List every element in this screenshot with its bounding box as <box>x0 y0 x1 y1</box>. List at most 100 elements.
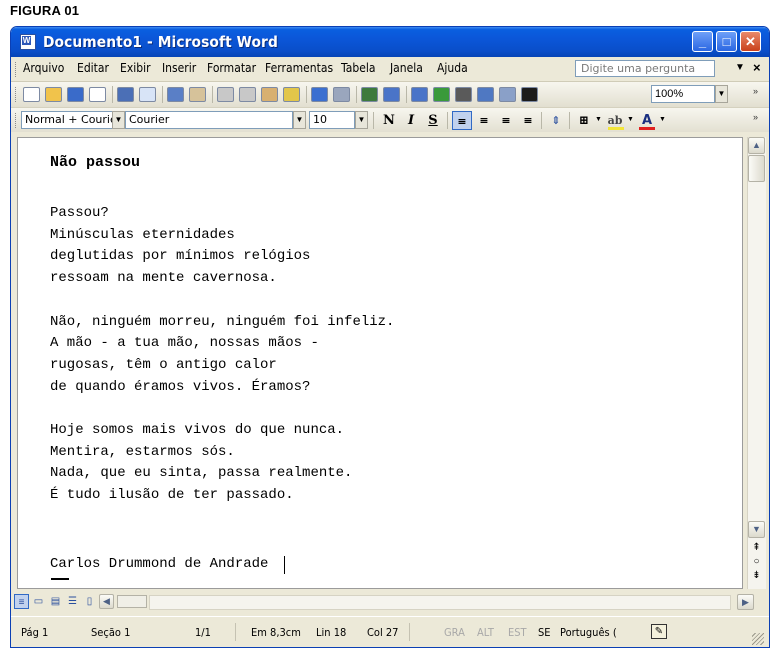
menu-ferramentas[interactable]: Ferramentas <box>265 61 333 75</box>
highlight-dropdown-icon[interactable]: ▼ <box>627 116 634 123</box>
underline-button[interactable]: S <box>423 111 443 130</box>
permission-icon[interactable] <box>89 87 106 102</box>
status-page: Pág 1 <box>21 626 49 639</box>
format-painter-icon[interactable] <box>283 87 300 102</box>
font-color-dropdown-icon[interactable]: ▼ <box>659 116 666 123</box>
font-combo[interactable]: Courier <box>125 111 293 129</box>
menu-editar[interactable]: Editar <box>77 61 109 75</box>
toolbar-grip[interactable] <box>15 87 19 102</box>
format-toolbar-options-icon[interactable]: » <box>753 112 758 122</box>
insert-excel-icon[interactable] <box>433 87 450 102</box>
align-center-button[interactable]: ≡ <box>474 111 494 130</box>
line-spacing-icon[interactable]: ⇕ <box>546 111 566 130</box>
print-icon[interactable] <box>117 87 134 102</box>
columns-icon[interactable] <box>455 87 472 102</box>
previous-page-icon[interactable]: ⇞ <box>748 541 765 555</box>
menu-grip[interactable] <box>15 62 19 77</box>
menu-janela[interactable]: Janela <box>390 61 423 75</box>
cut-icon[interactable] <box>217 87 234 102</box>
minimize-button[interactable]: _ <box>692 31 713 52</box>
print-preview-icon[interactable] <box>139 87 156 102</box>
font-dropdown-icon[interactable]: ▼ <box>293 111 306 129</box>
status-rec[interactable]: GRA <box>444 626 465 639</box>
ask-dropdown-icon[interactable]: ▼ <box>735 62 745 73</box>
scroll-up-icon[interactable]: ▲ <box>748 137 765 154</box>
align-left-button[interactable]: ≡ <box>452 111 472 130</box>
save-icon[interactable] <box>67 87 84 102</box>
poem-author: Carlos Drummond de Andrade <box>50 556 269 572</box>
italic-button[interactable]: I <box>401 111 421 130</box>
horizontal-scroll-area: ≡ ▭ ▤ ☰ ▯ ◀ ▶ <box>11 592 769 612</box>
horizontal-scroll-track[interactable] <box>149 595 731 610</box>
close-document-button[interactable]: × <box>753 60 761 75</box>
status-ext[interactable]: EST <box>508 626 527 639</box>
separator <box>541 112 542 129</box>
size-dropdown-icon[interactable]: ▼ <box>355 111 368 129</box>
horizontal-scroll-thumb[interactable] <box>117 595 147 608</box>
poem-line: de quando éramos vivos. Éramos? <box>50 379 311 395</box>
size-combo[interactable]: 10 <box>309 111 355 129</box>
web-layout-icon[interactable]: ▭ <box>31 594 46 609</box>
ask-question-box[interactable]: Digite uma pergunta <box>575 60 715 77</box>
align-right-button[interactable]: ≡ <box>496 111 516 130</box>
insert-table-icon[interactable] <box>411 87 428 102</box>
undo-icon[interactable] <box>311 87 328 102</box>
normal-view-icon[interactable]: ≡ <box>14 594 29 609</box>
copy-icon[interactable] <box>239 87 256 102</box>
formatting-toolbar: Normal + Courier, 1( ▼ Courier ▼ 10 ▼ N … <box>11 108 769 134</box>
close-icon: ✕ <box>745 34 756 49</box>
word-window: W Documento1 - Microsoft Word _ □ ✕ Arqu… <box>10 26 770 648</box>
menu-exibir[interactable]: Exibir <box>120 61 151 75</box>
print-layout-icon[interactable]: ▤ <box>48 594 63 609</box>
menu-inserir[interactable]: Inserir <box>162 61 196 75</box>
menu-arquivo[interactable]: Arquivo <box>23 61 64 75</box>
scroll-thumb[interactable] <box>748 155 765 182</box>
bold-button[interactable]: N <box>379 111 399 130</box>
scroll-down-icon[interactable]: ▼ <box>748 521 765 538</box>
menu-tabela[interactable]: Tabela <box>341 61 376 75</box>
drawing-icon[interactable] <box>477 87 494 102</box>
resize-grip-icon[interactable] <box>752 633 764 645</box>
toolbar-separator <box>356 86 357 103</box>
paste-icon[interactable] <box>261 87 278 102</box>
browse-object-icon[interactable]: ○ <box>748 555 765 569</box>
next-page-icon[interactable]: ⇟ <box>748 569 765 583</box>
show-formatting-icon[interactable] <box>521 87 538 102</box>
zoom-dropdown-icon[interactable]: ▼ <box>715 85 728 103</box>
menu-formatar[interactable]: Formatar <box>207 61 256 75</box>
close-button[interactable]: ✕ <box>740 31 761 52</box>
open-folder-icon[interactable] <box>45 87 62 102</box>
research-icon[interactable] <box>189 87 206 102</box>
new-doc-icon[interactable] <box>23 87 40 102</box>
spelling-icon[interactable] <box>167 87 184 102</box>
style-dropdown-icon[interactable]: ▼ <box>112 111 125 129</box>
reading-layout-icon[interactable]: ▯ <box>82 594 97 609</box>
separator <box>373 112 374 129</box>
scroll-right-icon[interactable]: ▶ <box>737 594 754 610</box>
zoom-field[interactable]: 100% <box>651 85 715 103</box>
document-map-icon[interactable] <box>499 87 516 102</box>
poem-line: ressoam na mente cavernosa. <box>50 270 277 286</box>
scroll-left-icon[interactable]: ◀ <box>99 594 114 609</box>
borders-dropdown-icon[interactable]: ▼ <box>595 116 602 123</box>
status-ovr[interactable]: SE <box>538 626 551 639</box>
status-trk[interactable]: ALT <box>477 626 494 639</box>
window-title: Documento1 - Microsoft Word <box>43 33 278 51</box>
format-toolbar-grip[interactable] <box>15 113 19 128</box>
menu-ajuda[interactable]: Ajuda <box>437 61 468 75</box>
maximize-button[interactable]: □ <box>716 31 737 52</box>
redo-icon[interactable] <box>333 87 350 102</box>
spelling-status-icon[interactable]: ✎ <box>651 624 667 639</box>
tables-borders-icon[interactable] <box>383 87 400 102</box>
justify-button[interactable]: ≡ <box>518 111 538 130</box>
outline-view-icon[interactable]: ☰ <box>65 594 80 609</box>
hyperlink-icon[interactable] <box>361 87 378 102</box>
vertical-scrollbar[interactable]: ▲ ▼ ⇞ ○ ⇟ <box>747 137 766 589</box>
toolbar-separator <box>112 86 113 103</box>
toolbar-options-icon[interactable]: » <box>753 86 758 96</box>
borders-icon[interactable]: ⊞ <box>574 111 594 130</box>
document-page[interactable]: Não passou Passou? Minúsculas eternidades… <box>17 137 743 589</box>
title-bar[interactable]: W Documento1 - Microsoft Word _ □ ✕ <box>11 27 769 57</box>
word-app-icon[interactable]: W <box>20 34 36 50</box>
style-combo[interactable]: Normal + Courier, 1( <box>21 111 113 129</box>
